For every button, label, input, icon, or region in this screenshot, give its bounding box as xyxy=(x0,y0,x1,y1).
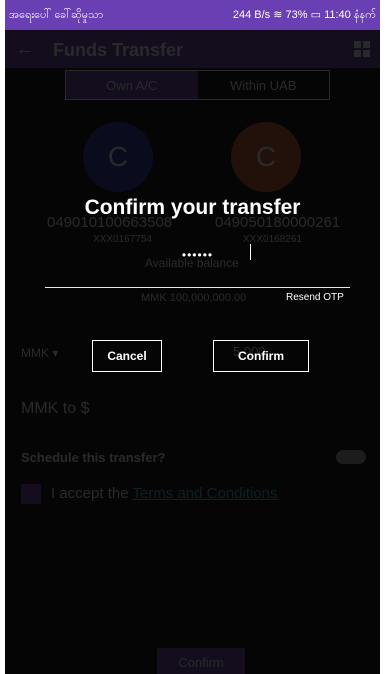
accept-prefix: I accept the xyxy=(51,485,133,502)
from-account-avatar[interactable]: C xyxy=(83,122,153,192)
app-bar: ← Funds Transfer xyxy=(5,30,380,68)
bottom-confirm-button[interactable]: Confirm xyxy=(157,648,245,674)
tab-own-account[interactable]: Own A/C xyxy=(66,71,198,99)
otp-underline xyxy=(45,287,350,288)
status-bar: အရေးပေါ် ခေါ်ဆိုမှုသာ 244 B/s ≋ 73% ▭ 11… xyxy=(5,0,380,30)
accept-terms-text: I accept the Terms and Conditions xyxy=(51,485,278,502)
network-speed: 244 B/s xyxy=(232,9,271,21)
grid-menu-icon[interactable] xyxy=(354,41,370,57)
currency-value: MMK xyxy=(21,346,49,360)
otp-input[interactable]: •••••• xyxy=(45,240,350,288)
wifi-icon: ≋ xyxy=(273,9,286,21)
currency-select[interactable]: MMK ▾ xyxy=(21,346,58,360)
background-screen: ← Funds Transfer Own A/C Within UAB C C … xyxy=(5,30,380,674)
accept-terms-checkbox[interactable] xyxy=(21,484,41,504)
dialog-title: Confirm your transfer xyxy=(84,196,301,219)
terms-link[interactable]: Terms and Conditions xyxy=(132,485,277,502)
battery-icon: ▭ xyxy=(310,9,325,21)
clock: 11:40 နံနက် xyxy=(324,9,376,21)
carrier-text: အရေးပေါ် ခေါ်ဆိုမှုသာ xyxy=(9,9,104,21)
to-account-avatar[interactable]: C xyxy=(231,122,301,192)
chevron-down-icon: ▾ xyxy=(52,346,59,360)
cancel-button[interactable]: Cancel xyxy=(92,340,162,372)
schedule-label: Schedule this transfer? xyxy=(21,450,166,465)
text-caret xyxy=(250,244,251,260)
mmk-to-usd-label: MMK to $ xyxy=(21,400,90,417)
balance-value: MMK 100,000,000.00 xyxy=(141,292,247,304)
resend-otp-link[interactable]: Resend OTP xyxy=(286,292,344,303)
back-arrow-icon[interactable]: ← xyxy=(15,38,35,61)
tab-within-uab[interactable]: Within UAB xyxy=(198,71,330,99)
phone-screen: အရေးပေါ် ခေါ်ဆိုမှုသာ 244 B/s ≋ 73% ▭ 11… xyxy=(5,0,380,674)
app-title: Funds Transfer xyxy=(53,40,184,60)
schedule-toggle[interactable] xyxy=(336,450,366,464)
battery-percent: 73% xyxy=(285,9,308,21)
otp-value: •••••• xyxy=(181,248,214,262)
status-icons: 244 B/s ≋ 73% ▭ 11:40 နံနက် xyxy=(233,8,376,24)
account-type-tabs: Own A/C Within UAB xyxy=(65,70,330,100)
confirm-button[interactable]: Confirm xyxy=(213,340,309,372)
